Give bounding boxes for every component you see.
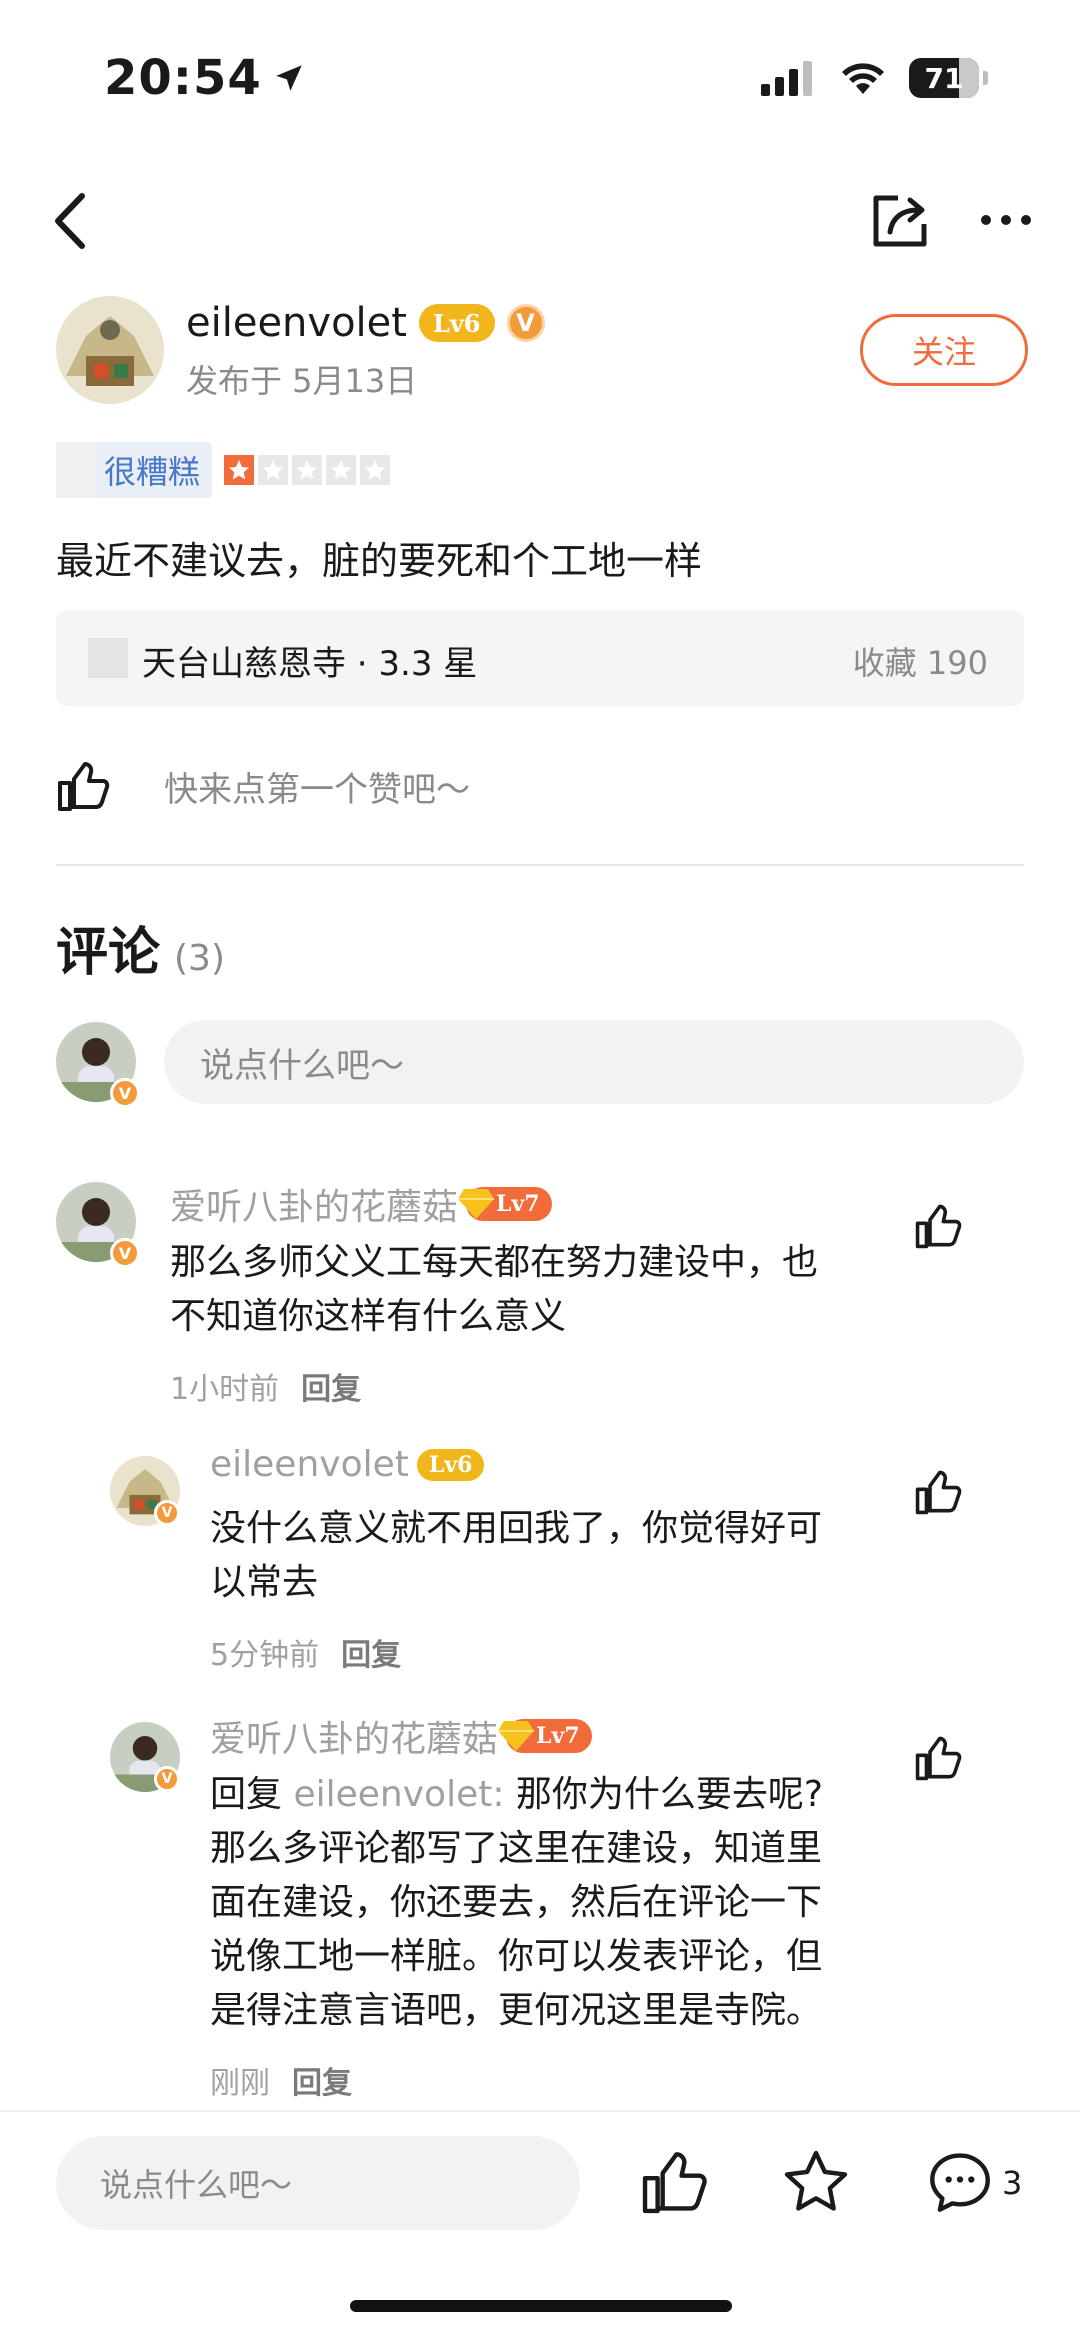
status-time-text: 20:54 — [104, 50, 262, 106]
location-arrow-icon — [276, 65, 302, 91]
rating-tag: 很糟糕 — [56, 442, 213, 498]
verified-badge: V — [154, 1500, 180, 1526]
rating-label: 很糟糕 — [104, 453, 201, 491]
author-header: eileenvolet Lv6 V 发布于 5月13日 关注 — [56, 296, 1036, 406]
comment-author[interactable]: eileenvolet — [210, 1444, 409, 1485]
star-icon — [258, 455, 289, 485]
post-date: 发布于 5月13日 — [186, 362, 418, 400]
diamond-icon — [498, 1721, 535, 1751]
reply-target[interactable]: eileenvolet: — [293, 1774, 504, 1815]
comment-line: 那么多评论都写了这里在建设，知道里 — [210, 1828, 823, 1869]
comment-line: 那么多师父义工每天都在努力建设中，也 — [170, 1242, 819, 1283]
comment-line: 不知道你这样有什么意义 — [170, 1296, 567, 1337]
author-name-row: eileenvolet Lv6 V — [186, 300, 545, 346]
star-icon — [224, 455, 255, 485]
comments-title: 评论 — [56, 923, 161, 983]
star-icon — [326, 455, 357, 485]
author-avatar[interactable] — [56, 296, 164, 404]
comment-line: 是得注意言语吧，更何况这里是寺院。 — [210, 1990, 823, 2031]
poi-name: 天台山慈恩寺 · 3.3 星 — [142, 644, 478, 684]
like-hint: 快来点第一个赞吧～ — [164, 769, 470, 810]
back-icon[interactable] — [44, 186, 104, 256]
wifi-icon — [842, 63, 884, 94]
verified-badge: V — [154, 1766, 180, 1792]
comment-line: 回复 eileenvolet: 那你为什么要去呢? — [210, 1768, 823, 1822]
comment-text: 回复 eileenvolet: 那你为什么要去呢? 那么多评论都写了这里在建设，… — [210, 1768, 823, 2038]
divider — [56, 864, 1024, 866]
comments-header: 评论 (3) — [56, 910, 225, 985]
reply-button[interactable]: 回复 — [292, 2066, 352, 2101]
comment-line: 说像工地一样脏。你可以发表评论，但 — [210, 1936, 823, 1977]
star-icon[interactable] — [782, 2148, 850, 2216]
status-icons: 71 — [761, 58, 988, 98]
follow-button[interactable]: 关注 — [860, 314, 1028, 386]
rating-row: 很糟糕 — [56, 442, 391, 498]
review-text: 最近不建议去，脏的要死和个工地一样 — [56, 539, 703, 583]
comment-time: 刚刚 — [210, 2066, 270, 2101]
comment-input[interactable]: 说点什么吧～ — [164, 1020, 1024, 1104]
reply-button[interactable]: 回复 — [341, 1638, 401, 1673]
bottom-comment-input[interactable]: 说点什么吧～ — [56, 2136, 580, 2230]
thumbs-up-icon[interactable] — [914, 1468, 962, 1516]
status-time: 20:54 — [104, 50, 306, 106]
cellular-signal-icon — [761, 61, 812, 96]
thumbs-up-icon[interactable] — [56, 759, 110, 813]
nav-bar — [0, 170, 1080, 270]
home-indicator[interactable] — [350, 2300, 732, 2312]
star-icon — [360, 455, 391, 485]
like-row: 快来点第一个赞吧～ — [56, 756, 470, 816]
comment-author[interactable]: 爱听八卦的花蘑菇 — [210, 1710, 498, 1762]
reply-button[interactable]: 回复 — [301, 1372, 361, 1407]
comment-author-row: 爱听八卦的花蘑菇 Lv7 — [170, 1178, 552, 1230]
more-icon[interactable] — [978, 200, 1034, 240]
comment-line: 以常去 — [210, 1562, 319, 1603]
rating-stars — [224, 455, 391, 485]
poi-favorites: 收藏 190 — [852, 644, 988, 682]
level-badge: Lv6 — [416, 1448, 485, 1481]
comment-icon[interactable] — [926, 2148, 994, 2216]
comment-count: 3 — [1002, 2164, 1023, 2202]
level-text: Lv7 — [536, 1723, 580, 1749]
comment-meta: 刚刚 回复 — [210, 2058, 352, 2102]
share-icon[interactable] — [868, 188, 932, 252]
comment-input-row: V 说点什么吧～ — [56, 1020, 1024, 1108]
verified-badge: V — [110, 1238, 140, 1268]
verified-badge: V — [506, 304, 545, 342]
comment-author-row: eileenvolet Lv6 — [210, 1444, 485, 1485]
thumbs-up-icon[interactable] — [914, 1202, 962, 1250]
reply-prefix: 回复 — [210, 1774, 283, 1815]
comment-time: 1小时前 — [170, 1372, 280, 1407]
level-badge: Lv7 — [498, 1719, 592, 1753]
comment-meta: 5分钟前 回复 — [210, 1630, 401, 1674]
comment-text: 那么多师父义工每天都在努力建设中，也 不知道你这样有什么意义 — [170, 1236, 818, 1344]
battery-tip — [983, 71, 988, 85]
level-badge: Lv6 — [418, 304, 495, 342]
comment-text: 没什么意义就不用回我了，你觉得好可 以常去 — [210, 1502, 822, 1610]
poi-card[interactable]: 天台山慈恩寺 · 3.3 星 收藏 190 — [56, 610, 1024, 706]
thumbs-up-icon[interactable] — [914, 1734, 962, 1782]
comment-line: 没什么意义就不用回我了，你觉得好可 — [210, 1508, 823, 1549]
author-name[interactable]: eileenvolet — [186, 300, 407, 346]
status-bar: 20:54 71 — [0, 0, 1080, 150]
poi-thumbnail — [88, 638, 128, 678]
thumbs-up-icon[interactable] — [640, 2148, 708, 2216]
comment-meta: 1小时前 回复 — [170, 1364, 361, 1408]
verified-badge: V — [110, 1078, 140, 1108]
comment-author-row: 爱听八卦的花蘑菇 Lv7 — [210, 1710, 592, 1762]
comment-time: 5分钟前 — [210, 1638, 320, 1673]
comments-count: (3) — [174, 938, 226, 979]
star-icon — [292, 455, 323, 485]
battery-indicator: 71 — [909, 58, 979, 98]
diamond-icon — [458, 1189, 495, 1219]
battery-level: 71 — [924, 61, 964, 95]
comment-author[interactable]: 爱听八卦的花蘑菇 — [170, 1178, 458, 1230]
comment-line-text: 那你为什么要去呢? — [515, 1774, 824, 1815]
level-text: Lv7 — [496, 1191, 540, 1217]
comment-line: 面在建设，你还要去，然后在评论一下 — [210, 1882, 823, 1923]
level-badge: Lv7 — [458, 1187, 552, 1221]
